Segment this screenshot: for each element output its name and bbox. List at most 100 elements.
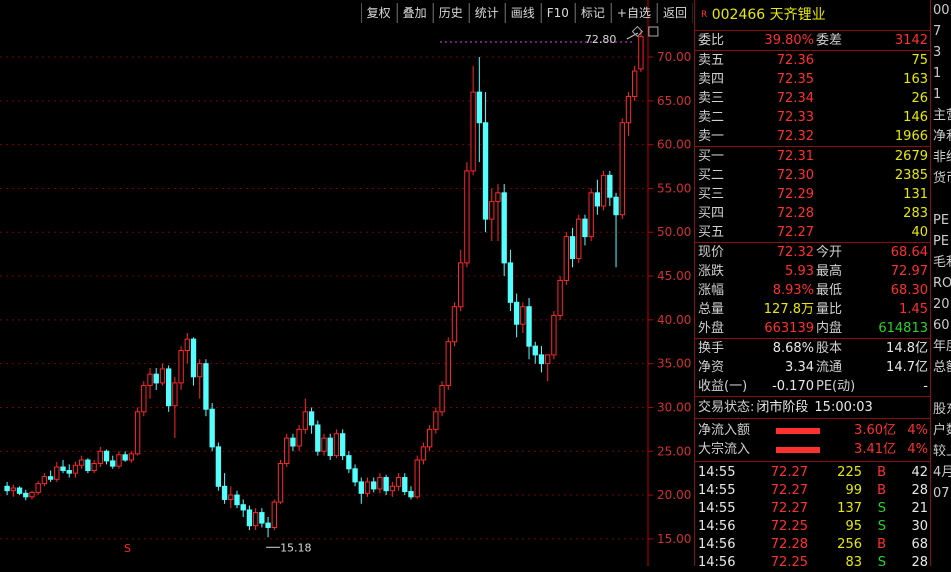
candle-body — [551, 314, 557, 356]
stat-label: 股本 — [816, 341, 843, 356]
buy-label: 买二 — [698, 168, 725, 183]
tick-price: 72.27 — [770, 465, 808, 480]
candle-body — [632, 70, 638, 97]
stock-name: 天齐锂业 — [769, 7, 826, 23]
stats-row: 总量 127.8万 量比 1.45 — [695, 300, 931, 319]
tick-time: 14:55 — [698, 483, 736, 498]
history-button[interactable]: 历史 — [432, 3, 469, 23]
sell-row[interactable]: 卖五 72.36 75 — [695, 51, 931, 70]
weibi-row: 委比 39.80% 委差 3142 — [695, 31, 931, 51]
buy-label: 买四 — [698, 206, 725, 221]
buy-row[interactable]: 买一 72.31 2679 — [695, 147, 931, 166]
candle-body — [147, 373, 153, 387]
flow-amount: 3.41亿 — [854, 442, 896, 457]
tick-price: 72.27 — [770, 483, 808, 498]
add-watchlist-button[interactable]: +自选 — [610, 3, 657, 23]
sell-row[interactable]: 卖四 72.35 163 — [695, 70, 931, 89]
side-info-text: 非经 — [933, 150, 951, 165]
flow-bar — [776, 446, 820, 453]
y-tick-label: 50.00 — [657, 225, 691, 239]
candle-body — [165, 368, 172, 407]
buy-row[interactable]: 买四 72.28 283 — [695, 204, 931, 223]
kline-chart[interactable]: 70.00 65.00 60.00 55.00 50.00 45.00 40.00 35.00… — [0, 0, 694, 566]
weibi-value: 39.80% — [764, 33, 814, 48]
tick-count: 28 — [911, 483, 928, 498]
tick-time: 14:56 — [698, 519, 736, 534]
candle-body — [625, 95, 632, 124]
stat-label: 外盘 — [698, 321, 725, 336]
y-tick-label: 15.00 — [657, 532, 691, 546]
side-info-text: 股东 — [933, 402, 951, 417]
tick-row[interactable]: 14:55 72.27 99 B 28 — [695, 482, 931, 500]
stats-row: 外盘 663139 内盘 614813 — [695, 319, 931, 338]
tick-row[interactable]: 14:55 72.27 137 S 21 — [695, 500, 931, 518]
candle-body — [364, 481, 371, 494]
fuquan-button[interactable]: 复权 — [360, 3, 397, 23]
candle-body — [60, 466, 66, 472]
chart-toolbar: 复权 叠加 历史 统计 画线 F10 标记 +自选 返回 — [360, 3, 693, 23]
side-info-text — [931, 189, 951, 210]
mark-button[interactable]: 标记 — [574, 3, 611, 23]
stat-label: PE(动) — [816, 379, 856, 394]
tick-list[interactable]: 14:55 72.27 225 B 42 14:55 72.27 99 B 28 14:55 72.2… — [695, 462, 931, 572]
tick-volume: 137 — [837, 501, 862, 516]
back-button[interactable]: 返回 — [656, 3, 693, 23]
stats-button[interactable]: 统计 — [468, 3, 505, 23]
y-tick-label: 35.00 — [657, 357, 691, 371]
tick-row[interactable]: 14:56 72.28 256 B 68 — [695, 536, 931, 554]
candle-body — [352, 468, 358, 483]
stock-title: R 002466 天齐锂业 — [695, 0, 931, 31]
sell-label: 卖四 — [698, 72, 725, 87]
stat-label: 流通 — [816, 360, 843, 375]
stat-value: 8.68% — [772, 341, 814, 356]
stat-label: 最高 — [816, 264, 843, 279]
overlay-button[interactable]: 叠加 — [396, 3, 433, 23]
sell-volume: 26 — [911, 91, 928, 106]
side-info-text: 7 — [933, 24, 942, 39]
sell-row[interactable]: 卖三 72.34 26 — [695, 89, 931, 108]
stat-value: 127.8万 — [763, 302, 814, 317]
candle-body — [265, 522, 271, 528]
buy-volume: 2679 — [894, 149, 928, 164]
tick-row[interactable]: 14:56 72.25 95 S 30 — [695, 518, 931, 536]
candle-body — [489, 201, 495, 220]
candle-body — [197, 363, 203, 378]
candle-body — [122, 454, 128, 461]
tick-side: S — [877, 501, 886, 516]
stat-value: 663139 — [764, 321, 814, 336]
stat-value: 1.45 — [899, 302, 928, 317]
f10-button[interactable]: F10 — [540, 3, 575, 23]
candle-body — [308, 411, 315, 426]
side-info-text: 1 — [933, 87, 942, 102]
fund-flow: 净流入额 3.60亿 4% 大宗流入 3.41亿 4% — [695, 419, 931, 462]
tick-row[interactable]: 14:56 72.25 83 S 28 — [695, 554, 931, 572]
quote-panel: R 002466 天齐锂业 委比 39.80% 委差 3142 卖五 72.36 7… — [694, 0, 931, 570]
low-price-label: 15.18 — [280, 541, 312, 554]
buy-row[interactable]: 买五 72.27 40 — [695, 223, 931, 242]
candle-body — [358, 481, 364, 494]
candle-body — [582, 218, 588, 238]
tick-row[interactable]: 14:55 72.27 225 B 42 — [695, 464, 931, 482]
sell-row[interactable]: 卖二 72.33 146 — [695, 108, 931, 127]
sell-orders: 卖五 72.36 75 卖四 72.35 163 卖三 72.34 26 卖二 72.33 146 卖一… — [695, 51, 931, 147]
high-price-label: 72.80 — [585, 33, 617, 46]
tick-count: 21 — [911, 501, 928, 516]
sell-price: 72.34 — [776, 91, 814, 106]
draw-line-button[interactable]: 画线 — [504, 3, 541, 23]
candle-body — [290, 437, 296, 447]
rzrq-badge: R — [701, 10, 708, 20]
trade-status-row: 交易状态: 闭市阶段 15:00:03 — [695, 397, 931, 419]
candle-body — [85, 459, 91, 472]
buy-row[interactable]: 买二 72.30 2385 — [695, 166, 931, 185]
buy-row[interactable]: 买三 72.29 131 — [695, 185, 931, 204]
side-info-text: 1 — [933, 66, 942, 81]
candle-body — [184, 338, 190, 352]
buy-label: 买五 — [698, 225, 725, 240]
tick-count: 30 — [911, 519, 928, 534]
candle-body — [402, 477, 408, 493]
tick-volume: 256 — [837, 537, 862, 552]
candle-body — [557, 279, 563, 316]
tick-volume: 99 — [845, 483, 862, 498]
sell-row[interactable]: 卖一 72.32 1966 — [695, 127, 931, 146]
kline-svg[interactable]: 70.00 65.00 60.00 55.00 50.00 45.00 40.00 35.00… — [0, 0, 694, 566]
